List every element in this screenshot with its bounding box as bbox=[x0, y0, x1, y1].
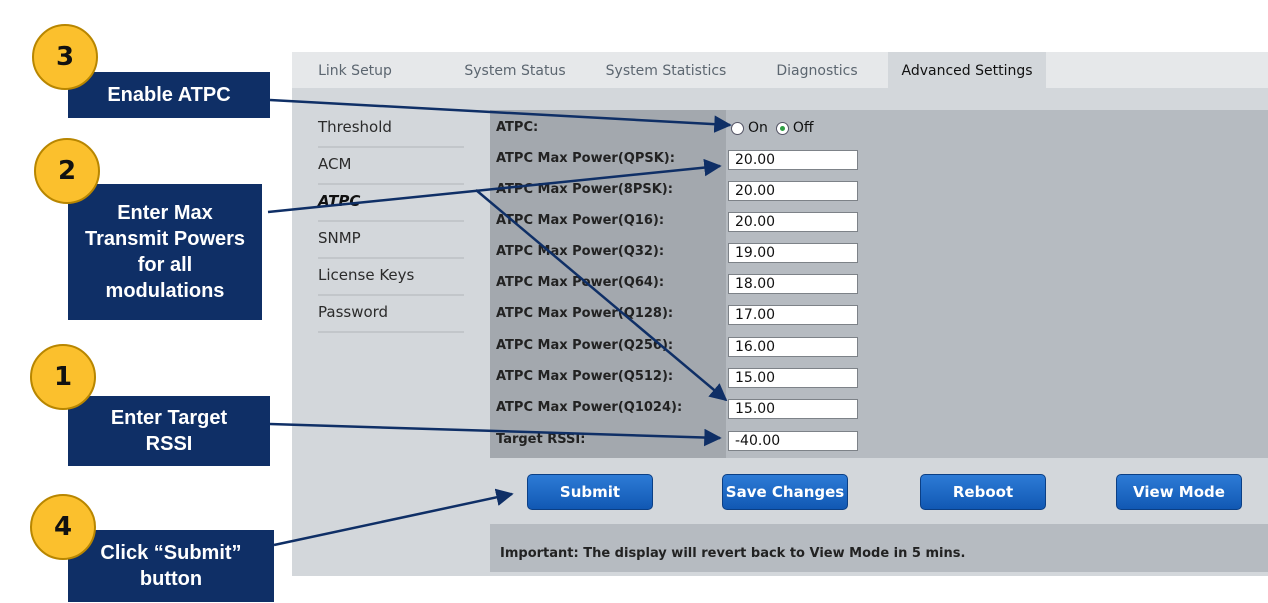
step-4-circle: 4 bbox=[30, 494, 96, 560]
callout-enable-atpc: Enable ATPC bbox=[68, 72, 270, 118]
arrow-target-rssi bbox=[269, 422, 722, 447]
callout-click-submit: Click “Submit” button bbox=[68, 530, 274, 602]
arrow-max-power-2 bbox=[475, 189, 728, 402]
arrow-submit bbox=[273, 488, 514, 547]
callout-target-rssi: Enter Target RSSI bbox=[68, 396, 270, 466]
step-3-circle: 3 bbox=[32, 24, 98, 90]
step-2-circle: 2 bbox=[34, 138, 100, 204]
step-1-circle: 1 bbox=[30, 344, 96, 410]
callout-max-power: Enter Max Transmit Powers for all modula… bbox=[68, 184, 262, 320]
arrow-enable-atpc bbox=[269, 98, 732, 133]
